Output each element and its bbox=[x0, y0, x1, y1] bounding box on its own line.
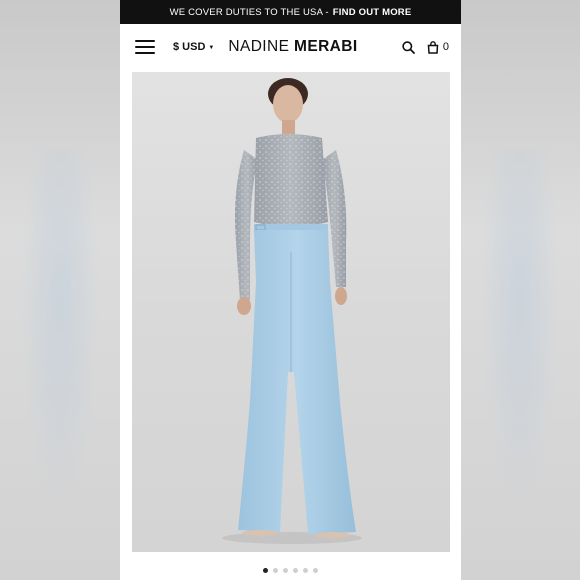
carousel-dot[interactable] bbox=[283, 568, 288, 573]
site-header: $ USD ▼ NADINE MERABI 0 bbox=[120, 24, 461, 70]
search-icon[interactable] bbox=[402, 40, 415, 54]
caret-down-icon: ▼ bbox=[208, 44, 215, 51]
currency-label: $ USD bbox=[173, 41, 206, 53]
shopping-bag-icon bbox=[427, 40, 439, 54]
logo-first: NADINE bbox=[228, 38, 295, 55]
product-image[interactable] bbox=[132, 72, 450, 552]
hamburger-icon[interactable] bbox=[135, 40, 155, 54]
carousel-dot[interactable] bbox=[293, 568, 298, 573]
backdrop-left bbox=[0, 0, 120, 580]
backdrop-right bbox=[460, 0, 580, 580]
logo-second: MERABI bbox=[294, 38, 358, 55]
brand-logo[interactable]: NADINE MERABI bbox=[228, 38, 357, 56]
promo-text: WE COVER DUTIES TO THE USA - bbox=[169, 6, 329, 18]
carousel-dot[interactable] bbox=[263, 568, 268, 573]
currency-selector[interactable]: $ USD ▼ bbox=[173, 41, 214, 53]
carousel-dot[interactable] bbox=[313, 568, 318, 573]
product-page: WE COVER DUTIES TO THE USA - FIND OUT MO… bbox=[120, 0, 461, 580]
promo-banner[interactable]: WE COVER DUTIES TO THE USA - FIND OUT MO… bbox=[120, 0, 461, 24]
header-actions: 0 bbox=[402, 40, 449, 54]
cart-button[interactable]: 0 bbox=[427, 40, 449, 54]
product-photo bbox=[222, 78, 362, 544]
carousel-indicators bbox=[120, 568, 461, 573]
cart-count: 0 bbox=[442, 41, 449, 53]
carousel-dot[interactable] bbox=[273, 568, 278, 573]
promo-link[interactable]: FIND OUT MORE bbox=[333, 7, 412, 18]
carousel-dot[interactable] bbox=[303, 568, 308, 573]
